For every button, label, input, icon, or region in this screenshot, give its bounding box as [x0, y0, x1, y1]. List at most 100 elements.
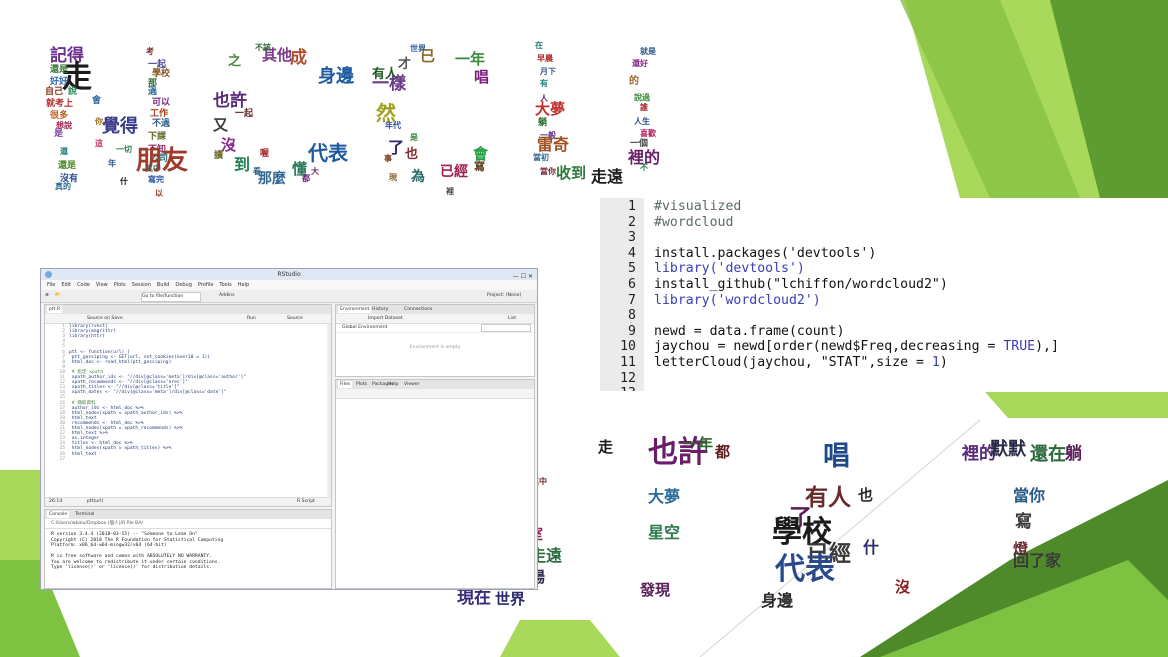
source-on-save-checkbox[interactable]: Source on Save: [85, 315, 125, 322]
tab-console[interactable]: Console: [47, 511, 70, 518]
tab-history[interactable]: History: [370, 306, 390, 313]
wordcloud-word: 代表: [775, 552, 835, 587]
console-line: Platform: x86_64-w64-mingw32/x64 (64-bit…: [51, 543, 167, 548]
run-button[interactable]: Run: [245, 315, 258, 322]
line-number: 9: [628, 323, 636, 339]
editor-code[interactable]: 1 library(rvest) 2 library(magrittr) 3 librar…: [45, 324, 325, 499]
line-number: 10: [620, 339, 636, 355]
environment-empty-message: Environment is empty: [409, 345, 461, 350]
code-text: install_github("lchiffon/wordcloud2"): [654, 277, 948, 292]
line-number: 2: [628, 214, 636, 230]
wordcloud-word: 走: [598, 438, 614, 456]
console-output[interactable]: R version 3.4.4 (2018-03-15) -- "Someone…: [45, 532, 325, 588]
project-menu[interactable]: Project: (None): [487, 292, 521, 300]
wordcloud-word: 唱: [823, 441, 850, 472]
global-environment-select[interactable]: Global Environment: [340, 324, 389, 331]
editor-line: 14 xpath_dates <- "//div[@class='meta']/…: [59, 390, 227, 396]
wordcloud-word: 還在: [1030, 444, 1066, 465]
line-number: 11: [620, 355, 636, 370]
wordcloud-word: 寫: [1015, 512, 1032, 532]
menu-item-plots[interactable]: Plots: [114, 280, 126, 290]
menu-item-file[interactable]: File: [47, 280, 55, 290]
tab-help[interactable]: Help: [386, 381, 400, 388]
wordcloud-word: 什: [863, 538, 880, 557]
menu-item-edit[interactable]: Edit: [61, 280, 71, 290]
tab-files[interactable]: Files: [338, 381, 353, 388]
source-button[interactable]: Source: [285, 315, 305, 322]
open-file-icon[interactable]: 📂: [55, 292, 61, 300]
environment-pane: Environment History Connections Import Dat…: [335, 304, 535, 377]
function-indicator[interactable]: ptt(url): [85, 498, 105, 505]
wordcloud-word: 都: [715, 443, 731, 461]
import-dataset-button[interactable]: Import Dataset: [366, 315, 405, 322]
env-search-input[interactable]: [481, 324, 531, 332]
console-path-bar: C:/Users/wbalu/Dropbox (個人)/R file BA/: [45, 519, 331, 529]
menu-item-debug[interactable]: Debug: [175, 280, 191, 290]
line-number: 12: [620, 370, 636, 386]
code-text: letterCloud(jaychou, "STAT",size = 1): [654, 355, 948, 370]
editor-line: 27: [59, 456, 65, 462]
rstudio-toolbar: ⊕ 📂 Go to file/function Addins Project: …: [41, 290, 537, 303]
tab-connections[interactable]: Connections: [402, 306, 434, 313]
goto-file-input[interactable]: Go to file/function: [141, 292, 201, 302]
wordcloud-word: 回了家: [1013, 551, 1062, 570]
wordcloud-word: 當你: [1013, 486, 1046, 505]
wordcloud-word: 大夢: [648, 487, 681, 506]
wordcloud-word: 現在: [457, 588, 491, 608]
rstudio-logo-icon: [45, 271, 52, 278]
editor-scrollbar[interactable]: [327, 324, 331, 499]
wordcloud-word: 也: [858, 486, 874, 504]
wordcloud-word: 一年: [683, 435, 714, 453]
code-text: install.packages('devtools'): [654, 245, 877, 261]
console-path: C:/Users/wbalu/Dropbox (個人)/R file BA/: [51, 521, 144, 526]
menu-item-session[interactable]: Session: [132, 280, 151, 290]
code-text: jaychou = newd[order(newd$Freq,decreasin…: [654, 339, 1059, 355]
wordcloud-word: 默默: [990, 439, 1026, 460]
tab-environment[interactable]: Environment: [338, 306, 372, 313]
line-number: 1: [628, 199, 636, 214]
tab-viewer[interactable]: Viewer: [402, 381, 422, 388]
menu-item-tools[interactable]: Tools: [219, 280, 231, 290]
wordcloud-word: 身邊: [761, 591, 794, 610]
language-indicator[interactable]: R Script: [295, 498, 317, 505]
line-number: 8: [628, 308, 636, 324]
wordcloud-word: 躺: [1065, 444, 1082, 464]
console-line: Type 'license()' or 'licence()' for dist…: [51, 565, 212, 570]
global-env-bar: Global Environment: [336, 323, 534, 333]
code-snippet-panel: 1 #visualized 2 #wordcloud 3 4 install.package…: [600, 198, 1168, 391]
wordcloud-word: 星空: [648, 523, 681, 542]
wordcloud-word: 發現: [640, 581, 671, 599]
code-text: library('wordcloud2'): [654, 292, 821, 308]
line-number: 4: [628, 245, 636, 261]
files-pane: Files Plots Packages Help Viewer: [335, 379, 535, 589]
menu-item-build[interactable]: Build: [157, 280, 170, 290]
code-text: #wordcloud: [654, 214, 734, 230]
rstudio-titlebar: RStudio — ☐ ✕: [41, 269, 537, 280]
tab-terminal[interactable]: Terminal: [73, 511, 96, 518]
editor-statusbar: 26:14 ptt(url) R Script: [45, 497, 331, 506]
menu-item-view[interactable]: View: [96, 280, 108, 290]
tab-plots[interactable]: Plots: [354, 381, 369, 388]
cursor-position: 26:14: [49, 499, 63, 504]
addins-menu[interactable]: Addins: [219, 292, 234, 300]
menu-item-help[interactable]: Help: [238, 280, 249, 290]
new-file-icon[interactable]: ⊕: [45, 292, 49, 300]
line-number: 7: [628, 292, 636, 308]
console-pane: Console Terminal C:/Users/wbalu/Dropbox (…: [44, 509, 332, 589]
line-number: 6: [628, 277, 636, 292]
rstudio-window: RStudio — ☐ ✕ File Edit Code View Plots Sessi…: [40, 268, 538, 590]
editor-toolbar: Source on Save Run Source: [45, 314, 331, 324]
wordcloud-word: 世界: [495, 590, 526, 608]
rstudio-title: RStudio: [277, 271, 301, 278]
rstudio-menubar: File Edit Code View Plots Session Build Debug Pr…: [41, 280, 537, 290]
tab-ptt-r[interactable]: ptt.R: [47, 306, 63, 313]
files-toolbar: [336, 389, 534, 399]
code-text: #visualized: [654, 199, 742, 214]
line-number: 3: [628, 230, 636, 246]
menu-item-code[interactable]: Code: [77, 280, 90, 290]
menu-item-profile[interactable]: Profile: [198, 280, 214, 290]
code-text: library('devtools'): [654, 261, 805, 277]
line-number: 13: [600, 386, 636, 391]
list-view-toggle[interactable]: List: [506, 315, 518, 322]
code-text: newd = data.frame(count): [654, 323, 845, 339]
